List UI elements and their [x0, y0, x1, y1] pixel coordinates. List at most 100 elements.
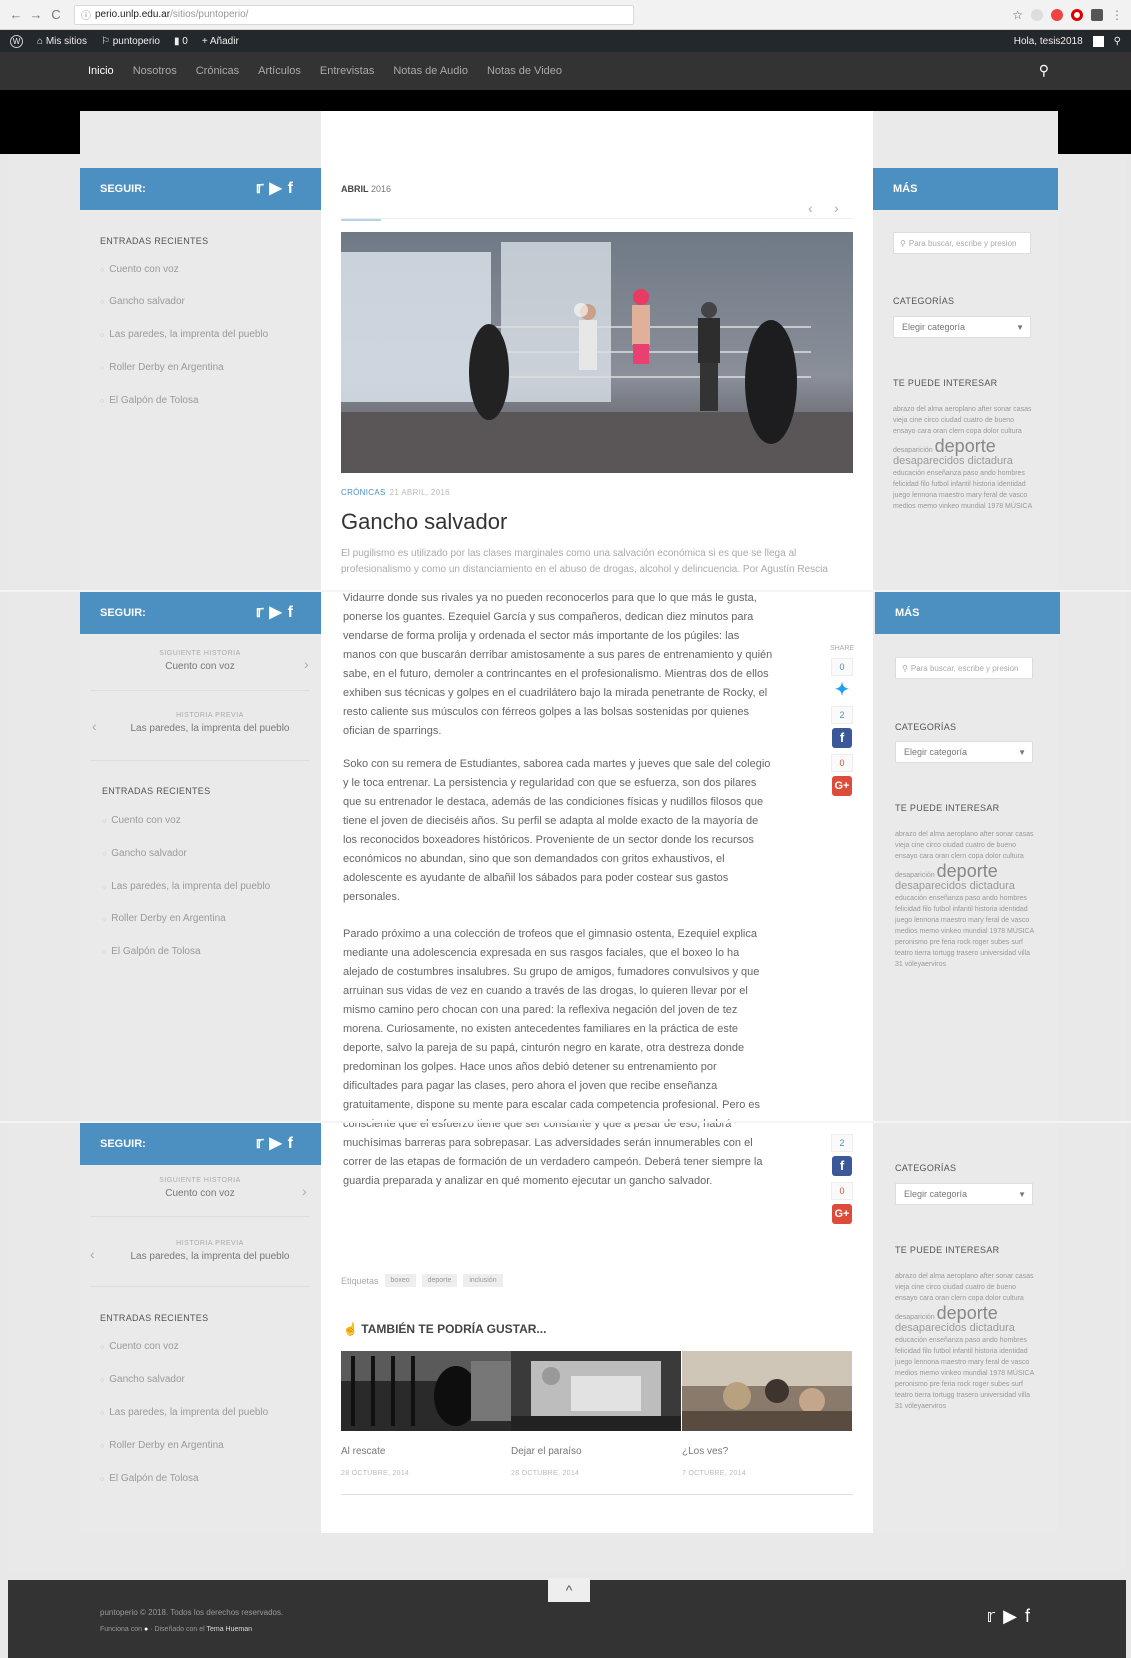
tag-link[interactable]: educación enseñanza paso ando hombres fe…	[895, 895, 1034, 935]
tag-link[interactable]: boxeo	[384, 1274, 416, 1287]
tag-link[interactable]: desaparecidos dictadura	[893, 455, 1013, 467]
search-input[interactable]: ⚲ Para buscar, escribe y presion	[895, 657, 1033, 679]
recent-post-link[interactable]: Cuento con voz	[100, 1341, 179, 1352]
chevron-left-icon[interactable]: ‹	[90, 1246, 95, 1262]
theme-link[interactable]: Tema Hueman	[206, 1626, 252, 1633]
extension-icon[interactable]	[1031, 8, 1043, 21]
category-select[interactable]: Elegir categoría ▼	[895, 741, 1033, 763]
category-select[interactable]: Elegir categoría ▼	[893, 316, 1031, 338]
tag-link[interactable]: deporte	[421, 1274, 458, 1287]
recent-post-link[interactable]: Gancho salvador	[100, 1374, 185, 1385]
nav-item-nosotros[interactable]: Nosotros	[133, 65, 177, 77]
related-post-image[interactable]	[682, 1351, 852, 1431]
nav-item-notas-audio[interactable]: Notas de Audio	[393, 65, 468, 77]
youtube-icon[interactable]: ▶	[269, 180, 287, 197]
chevron-left-icon[interactable]: ‹	[92, 718, 97, 734]
youtube-icon[interactable]: ▶	[269, 1135, 287, 1152]
recent-post-link[interactable]: Cuento con voz	[102, 815, 181, 826]
twitter-icon[interactable]: 𝕣	[256, 180, 270, 197]
chevron-right-icon[interactable]: ›	[304, 656, 309, 672]
facebook-icon[interactable]: f	[288, 1135, 299, 1152]
recent-post-link[interactable]: El Galpón de Tolosa	[100, 1473, 198, 1484]
recent-post-link[interactable]: Las paredes, la imprenta del pueblo	[100, 1407, 268, 1418]
tag-link-featured[interactable]: deporte	[937, 1303, 998, 1323]
related-post-title[interactable]: Dejar el paraíso	[511, 1446, 582, 1457]
tag-link[interactable]: inclusión	[463, 1274, 503, 1287]
search-input[interactable]: ⚲ Para buscar, escribe y presion	[893, 232, 1031, 254]
facebook-share-icon[interactable]: f	[832, 728, 852, 748]
recent-post-link[interactable]: Roller Derby en Argentina	[102, 913, 226, 924]
tag-link[interactable]: desaparecidos dictadura	[895, 880, 1015, 892]
nav-item-entrevistas[interactable]: Entrevistas	[320, 65, 374, 77]
related-post-image[interactable]	[511, 1351, 681, 1431]
facebook-icon[interactable]: f	[288, 180, 299, 197]
related-post-title[interactable]: Al rescate	[341, 1446, 385, 1457]
related-post-title[interactable]: ¿Los ves?	[682, 1446, 728, 1457]
next-story[interactable]: SIGUIENTE HISTORIA Cuento con voz	[90, 1177, 310, 1199]
avatar[interactable]	[1092, 35, 1104, 47]
googleplus-share-icon[interactable]: G+	[832, 776, 852, 796]
recent-post-link[interactable]: El Galpón de Tolosa	[102, 946, 200, 957]
address-bar[interactable]: ⓘ perio.unlp.edu.ar/sitios/puntoperio/	[74, 4, 634, 25]
next-arrow-icon[interactable]: ›	[834, 200, 839, 216]
tag-link[interactable]: peronismo pre feria rock roger subes sur…	[895, 1381, 1030, 1410]
facebook-icon[interactable]: f	[288, 604, 299, 621]
previous-story[interactable]: HISTORIA PREVIA Las paredes, la imprenta…	[100, 1240, 320, 1262]
recent-post-link[interactable]: Las paredes, la imprenta del pueblo	[100, 329, 268, 340]
twitter-icon[interactable]: 𝕣	[256, 604, 270, 621]
user-greeting[interactable]: Hola, tesis2018	[1014, 36, 1083, 47]
tag-link[interactable]: educación enseñanza paso ando hombres fe…	[895, 1337, 1034, 1377]
facebook-icon[interactable]: f	[1025, 1606, 1038, 1626]
comments-link[interactable]: ▮ 0	[174, 36, 188, 47]
star-icon[interactable]: ☆	[1012, 8, 1023, 22]
recent-post-link[interactable]: Las paredes, la imprenta del pueblo	[102, 881, 270, 892]
recent-post-link[interactable]: Roller Derby en Argentina	[100, 362, 224, 373]
next-story[interactable]: SIGUIENTE HISTORIA Cuento con voz	[90, 650, 310, 672]
my-sites-link[interactable]: ⌂ Mis sitios	[37, 36, 87, 47]
recent-post-link[interactable]: Roller Derby en Argentina	[100, 1440, 224, 1451]
url-host: perio.unlp.edu.ar	[95, 9, 171, 20]
recent-post-link[interactable]: El Galpón de Tolosa	[100, 395, 198, 406]
back-button[interactable]: ←	[8, 7, 24, 22]
twitter-share-icon[interactable]: ✦	[832, 680, 852, 700]
url-path: /sitios/puntoperio/	[170, 9, 249, 20]
search-icon[interactable]: ⚲	[1039, 62, 1049, 79]
add-new-link[interactable]: + Añadir	[202, 36, 239, 47]
category-select[interactable]: Elegir categoría ▼	[895, 1183, 1033, 1205]
nav-item-articulos[interactable]: Artículos	[258, 65, 301, 77]
post-category[interactable]: CRÓNICAS	[341, 488, 386, 497]
recent-post-link[interactable]: Cuento con voz	[100, 264, 179, 275]
prev-arrow-icon[interactable]: ‹	[808, 200, 813, 216]
youtube-icon[interactable]: ▶	[269, 604, 287, 621]
chevron-right-icon[interactable]: ›	[302, 1183, 307, 1199]
opera-icon[interactable]	[1071, 8, 1083, 21]
menu-icon[interactable]: ⋮	[1111, 8, 1123, 22]
nav-item-inicio[interactable]: Inicio	[88, 65, 114, 77]
tag-link[interactable]: educación enseñanza paso ando hombres fe…	[893, 470, 1032, 510]
nav-item-cronicas[interactable]: Crónicas	[196, 65, 239, 77]
extension-icon[interactable]	[1051, 8, 1063, 21]
extension-icon[interactable]	[1091, 8, 1103, 21]
forward-button[interactable]: →	[28, 7, 44, 22]
back-to-top-button[interactable]: ^	[548, 1578, 590, 1602]
reload-button[interactable]: C	[48, 7, 64, 22]
tag-link[interactable]: peronismo pre feria rock roger subes sur…	[895, 939, 1030, 968]
tag-link-featured[interactable]: deporte	[937, 861, 998, 881]
nav-item-notas-video[interactable]: Notas de Video	[487, 65, 562, 77]
tag-link[interactable]: desaparecidos dictadura	[895, 1322, 1015, 1334]
youtube-icon[interactable]: ▶	[1003, 1606, 1025, 1626]
related-post-image[interactable]	[341, 1351, 511, 1431]
search-icon[interactable]: ⚲	[1114, 36, 1121, 47]
recent-post-link[interactable]: Gancho salvador	[102, 848, 187, 859]
site-name-link[interactable]: ⚐ puntoperio	[101, 36, 160, 47]
googleplus-share-icon[interactable]: G+	[832, 1204, 852, 1224]
recent-post-link[interactable]: Gancho salvador	[100, 296, 185, 307]
facebook-share-icon[interactable]: f	[832, 1156, 852, 1176]
twitter-icon[interactable]: 𝕣	[986, 1606, 1003, 1626]
previous-story[interactable]: HISTORIA PREVIA Las paredes, la imprenta…	[100, 712, 320, 734]
site-info-icon[interactable]: ⓘ	[81, 7, 91, 22]
wordpress-icon[interactable]: ●	[144, 1626, 148, 1633]
twitter-icon[interactable]: 𝕣	[256, 1135, 270, 1152]
wordpress-icon[interactable]: W	[10, 34, 23, 48]
tag-link-featured[interactable]: deporte	[935, 436, 996, 456]
